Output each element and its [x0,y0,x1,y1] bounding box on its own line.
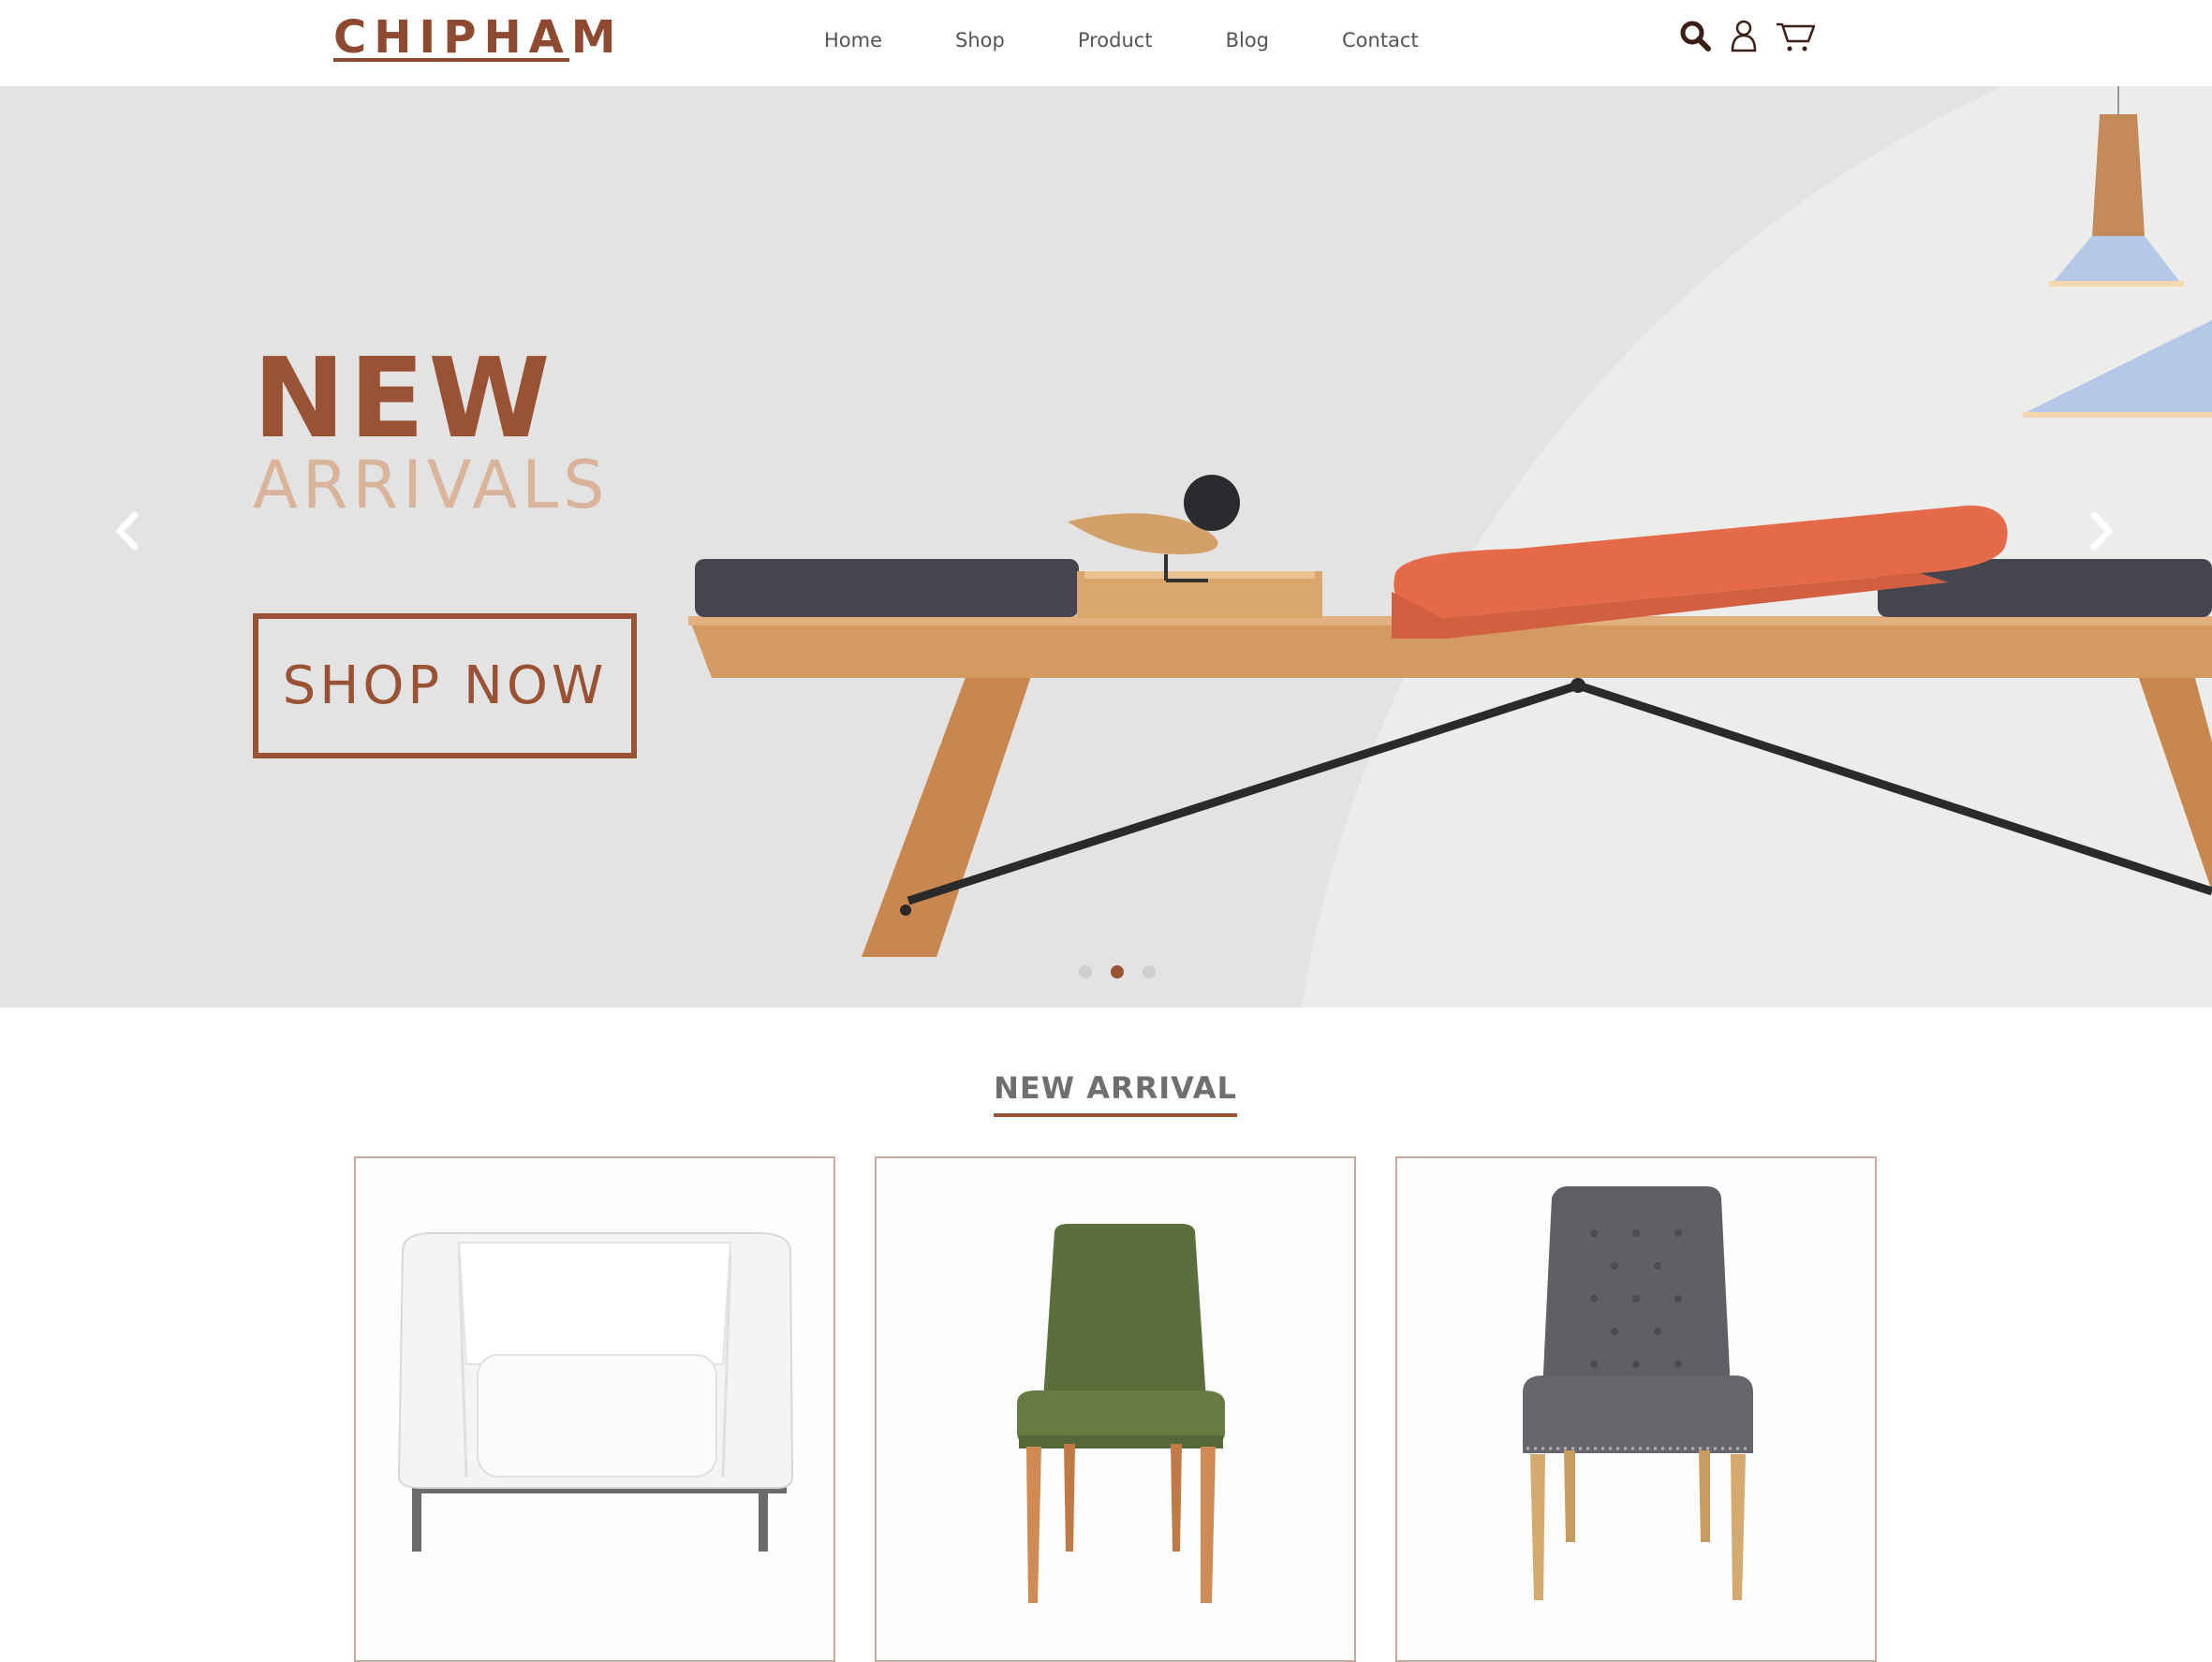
nav-item-home[interactable]: Home [824,24,882,56]
grey-tufted-chair-image [1523,1186,1753,1600]
slider-dot-2[interactable] [1111,965,1124,978]
hero-image [688,86,2212,1007]
slider-dots [1079,965,1174,978]
nav-item-shop[interactable]: Shop [955,24,1005,56]
product-card-white-armchair[interactable] [354,1156,835,1662]
shop-now-button[interactable]: SHOP NOW [253,613,637,758]
section-title: NEW ARRIVAL [0,1070,2212,1117]
green-chair-image [1017,1224,1225,1603]
product-card-grey-tufted-chair[interactable] [1395,1156,1877,1662]
nav-item-contact[interactable]: Contact [1342,24,1419,56]
hero-slider: NEW ARRIVALS SHOP NOW [0,86,2212,1007]
hero-subheadline: ARRIVALS [253,447,610,523]
nav-item-product[interactable]: Product [1078,24,1153,56]
search-icon[interactable] [1676,17,1714,54]
user-icon[interactable] [1725,17,1762,54]
product-card-green-chair[interactable] [875,1156,1356,1662]
slider-dot-1[interactable] [1079,965,1092,978]
slider-dot-3[interactable] [1143,965,1156,978]
nav-item-blog[interactable]: Blog [1226,24,1269,56]
chevron-right-icon[interactable] [2077,498,2124,564]
new-arrival-title: NEW ARRIVAL [994,1070,1237,1117]
site-header: CHIPHAM Home Shop Product Blog Contact [0,0,2212,86]
chevron-left-icon[interactable] [105,498,152,564]
hero-headline: NEW [253,333,554,463]
white-armchair-image [397,1232,794,1552]
header-icons [1676,17,1828,54]
brand-logo[interactable]: CHIPHAM [333,11,624,64]
cart-icon[interactable] [1774,17,1817,54]
main-nav: Home Shop Product Blog Contact [824,24,1492,56]
logo-underline [333,58,569,62]
